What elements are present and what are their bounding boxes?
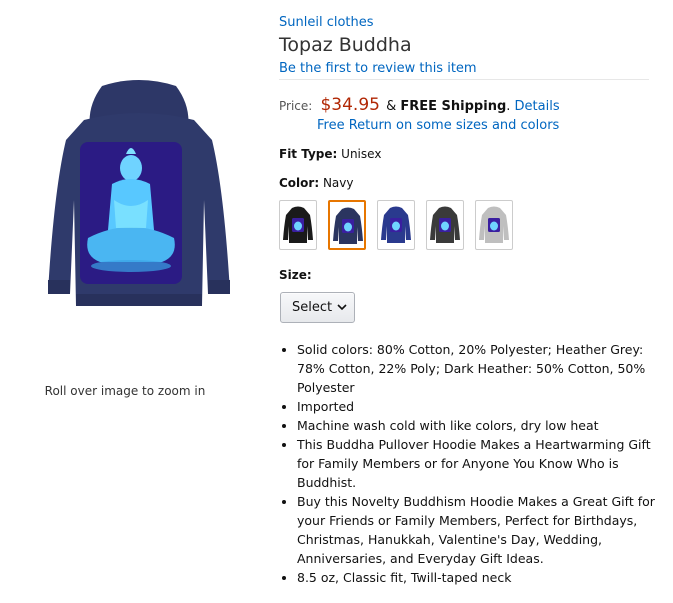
feature-bullet: Imported	[297, 397, 667, 416]
swatch-royal-blue[interactable]	[377, 200, 415, 250]
fit-type-value: Unisex	[341, 147, 382, 161]
feature-bullet: Machine wash cold with like colors, dry …	[297, 416, 667, 435]
fit-type: Fit Type: Unisex	[279, 147, 381, 161]
color-value: Navy	[322, 176, 354, 190]
zoom-hint: Roll over image to zoom in	[44, 384, 206, 398]
color-selection: Color: Navy	[279, 176, 354, 190]
feature-bullets: Solid colors: 80% Cotton, 20% Polyester;…	[279, 340, 667, 587]
brand-link[interactable]: Sunleil clothes	[279, 15, 374, 30]
free-shipping-label: FREE Shipping	[400, 99, 507, 114]
swatch-black[interactable]	[279, 200, 317, 250]
price-connector: &	[386, 99, 397, 114]
product-title: Topaz Buddha	[279, 34, 412, 56]
feature-bullet: Buy this Novelty Buddhism Hoodie Makes a…	[297, 492, 667, 568]
hoodie-thumbnail-icon	[283, 206, 313, 243]
feature-bullet: This Buddha Pullover Hoodie Makes a Hear…	[297, 435, 667, 492]
swatch-navy[interactable]	[328, 200, 366, 250]
product-image[interactable]	[44, 80, 234, 310]
divider	[279, 79, 649, 80]
feature-bullet: Solid colors: 80% Cotton, 20% Polyester;…	[297, 340, 667, 397]
image-column: Roll over image to zoom in	[0, 0, 260, 603]
size-select-label: Select	[292, 300, 333, 315]
fit-type-label: Fit Type:	[279, 147, 338, 161]
hoodie-thumbnail-icon	[333, 207, 363, 244]
hoodie-thumbnail-icon	[430, 206, 460, 243]
color-label: Color:	[279, 176, 320, 190]
price-row: Price: $34.95 & FREE Shipping. Details	[279, 95, 560, 115]
feature-bullet: 8.5 oz, Classic fit, Twill-taped neck	[297, 568, 667, 587]
price-amount: $34.95	[320, 95, 380, 115]
swatch-dark-heather[interactable]	[426, 200, 464, 250]
hoodie-illustration	[48, 80, 230, 306]
chevron-down-icon	[337, 304, 347, 311]
free-return-link[interactable]: Free Return on some sizes and colors	[317, 118, 559, 133]
size-label: Size:	[279, 268, 312, 282]
swatch-heather-grey[interactable]	[475, 200, 513, 250]
size-select[interactable]: Select	[280, 292, 355, 323]
review-link[interactable]: Be the first to review this item	[279, 61, 477, 76]
hoodie-thumbnail-icon	[479, 206, 509, 243]
hoodie-thumbnail-icon	[381, 206, 411, 243]
shipping-details-link[interactable]: Details	[515, 99, 560, 114]
price-label: Price:	[279, 99, 313, 113]
